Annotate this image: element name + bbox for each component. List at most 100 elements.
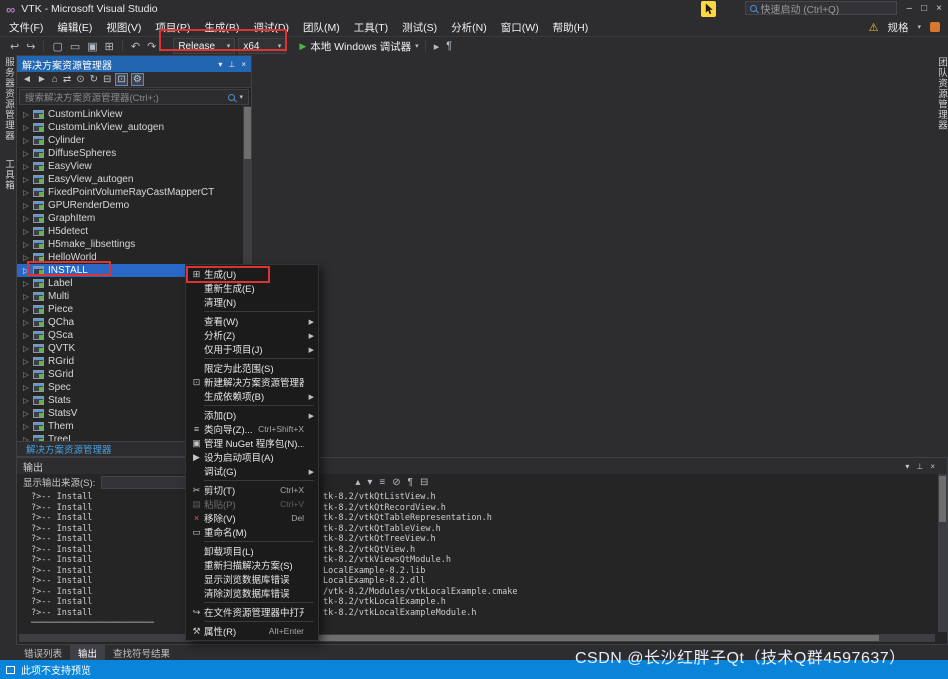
expand-arrow-icon[interactable]: ▷ [23,214,33,223]
tree-item-CustomLinkView_autogen[interactable]: ▷CustomLinkView_autogen [17,121,251,134]
rail-tab-工具箱[interactable]: 工具箱 [1,159,15,191]
expand-arrow-icon[interactable]: ▷ [23,188,33,197]
expand-arrow-icon[interactable]: ▷ [23,292,33,301]
collapse-icon[interactable]: ⊟ [420,477,428,488]
expand-arrow-icon[interactable]: ▷ [23,318,33,327]
rail-tab-服务器资源管理器[interactable]: 服务器资源管理器 [1,57,15,141]
clear-all-icon[interactable]: ⊘ [392,477,400,488]
menu-item-测试(S)[interactable]: 测试(S) [395,19,444,36]
tree-item-GPURenderDemo[interactable]: ▷GPURenderDemo [17,199,251,212]
platform-combo[interactable]: x64 ▾ [238,38,286,54]
menu-item-帮助(H)[interactable]: 帮助(H) [546,19,596,36]
menu-item-窗口(W)[interactable]: 窗口(W) [494,19,546,36]
context-menu-item-重新扫描解决方案(S)[interactable]: 重新扫描解决方案(S) [186,558,318,572]
expand-arrow-icon[interactable]: ▷ [23,409,33,418]
context-menu-item-分析(Z)[interactable]: 分析(Z)▶ [186,328,318,342]
expand-arrow-icon[interactable]: ▷ [23,383,33,392]
minimize-button[interactable]: – [907,3,913,14]
window-position-icon[interactable]: ▾ [218,60,222,69]
notification-warning-icon[interactable]: ⚠ [869,21,879,34]
bottom-tab-输出[interactable]: 输出 [70,645,105,661]
output-header[interactable]: 输出 ▾ ⊥ × [17,458,947,474]
configuration-combo[interactable]: Release ▾ [173,38,235,54]
save-all-icon[interactable]: ⊞ [103,40,116,53]
toggle-word-wrap-icon[interactable]: ¶ [408,477,413,488]
context-menu-item-卸载项目(L)[interactable]: 卸载项目(L) [186,544,318,558]
context-menu-item-生成依赖项(B)[interactable]: 生成依赖项(B)▶ [186,389,318,403]
menu-item-生成(B)[interactable]: 生成(B) [197,19,246,36]
messages-list-icon[interactable]: ≡ [379,477,385,488]
show-all-files-icon[interactable]: ⊡ [115,73,127,86]
context-menu-item-在文件资源管理器中打开文件夹(X)[interactable]: ↪在文件资源管理器中打开文件夹(X) [186,605,318,619]
nav-forward-icon[interactable]: ↪ [24,40,37,53]
expand-arrow-icon[interactable]: ▷ [23,396,33,405]
scrollbar-thumb[interactable] [939,476,946,522]
forward-icon[interactable]: ► [36,74,48,85]
menu-item-分析(N)[interactable]: 分析(N) [444,19,494,36]
collapse-all-icon[interactable]: ⊟ [102,74,112,85]
context-menu-item-重新生成(E)[interactable]: 重新生成(E) [186,281,318,295]
expand-arrow-icon[interactable]: ▷ [23,279,33,288]
expand-arrow-icon[interactable]: ▷ [23,344,33,353]
expand-arrow-icon[interactable]: ▷ [23,149,33,158]
expand-arrow-icon[interactable]: ▷ [23,227,33,236]
properties-icon[interactable]: ⚙ [131,73,144,86]
scrollbar-thumb[interactable] [319,635,879,641]
output-horizontal-scrollbar[interactable] [19,634,935,642]
undo-icon[interactable]: ↶ [129,40,142,53]
switch-views-icon[interactable]: ⇄ [62,74,72,85]
user-dropdown-icon[interactable]: ▾ [917,23,921,31]
prev-message-icon[interactable]: ▴ [355,477,360,488]
run-without-debug-icon[interactable]: ▸ [432,40,442,53]
output-vertical-scrollbar[interactable] [938,474,947,632]
expand-arrow-icon[interactable]: ▷ [23,136,33,145]
tree-item-FixedPointVolumeRayCastMapperCT[interactable]: ▷FixedPointVolumeRayCastMapperCT [17,186,251,199]
redo-icon[interactable]: ↷ [145,40,158,53]
expand-arrow-icon[interactable]: ▷ [23,422,33,431]
bottom-tab-错误列表[interactable]: 错误列表 [16,645,70,661]
rail-tab-团队资源管理器[interactable]: 团队资源管理器 [934,57,948,131]
context-menu-item-清除浏览数据库错误[interactable]: 清除浏览数据库错误 [186,586,318,600]
expand-arrow-icon[interactable]: ▷ [23,110,33,119]
context-menu-item-管理 NuGet 程序包(N)...[interactable]: ▣管理 NuGet 程序包(N)... [186,436,318,450]
scrollbar-thumb[interactable] [244,107,251,159]
menu-item-项目(P)[interactable]: 项目(P) [148,19,197,36]
tree-item-EasyView_autogen[interactable]: ▷EasyView_autogen [17,173,251,186]
window-position-icon[interactable]: ▾ [905,462,909,471]
save-icon[interactable]: ▣ [85,40,99,53]
context-menu-item-属性(R)[interactable]: ⚒属性(R)Alt+Enter [186,624,318,638]
tree-item-HelloWorld[interactable]: ▷HelloWorld [17,251,251,264]
menu-item-视图(V)[interactable]: 视图(V) [99,19,148,36]
open-file-icon[interactable]: ▭ [68,40,82,53]
menu-item-团队(M)[interactable]: 团队(M) [296,19,347,36]
start-debug-button[interactable]: ▶ 本地 Windows 调试器 ▾ [299,39,418,54]
back-icon[interactable]: ◄ [21,74,33,85]
context-menu-item-类向导(Z)...[interactable]: ≡类向导(Z)...Ctrl+Shift+X [186,422,318,436]
menu-item-调试(D)[interactable]: 调试(D) [246,19,296,36]
next-message-icon[interactable]: ▾ [367,477,372,488]
expand-arrow-icon[interactable]: ▷ [23,370,33,379]
context-menu-item-剪切(T)[interactable]: ✂剪切(T)Ctrl+X [186,483,318,497]
menu-item-编辑(E)[interactable]: 编辑(E) [50,19,99,36]
tree-item-CustomLinkView[interactable]: ▷CustomLinkView [17,108,251,121]
tree-item-DiffuseSpheres[interactable]: ▷DiffuseSpheres [17,147,251,160]
context-menu-item-调试(G)[interactable]: 调试(G)▶ [186,464,318,478]
expand-arrow-icon[interactable]: ▷ [23,123,33,132]
pin-icon[interactable]: ⊥ [916,462,923,471]
context-menu-item-添加(D)[interactable]: 添加(D)▶ [186,408,318,422]
close-button[interactable]: × [936,3,942,14]
expand-arrow-icon[interactable]: ▷ [23,331,33,340]
tab-solution-explorer[interactable]: 解决方案资源管理器 [21,442,117,456]
home-icon[interactable]: ⌂ [51,74,59,85]
expand-arrow-icon[interactable]: ▷ [23,305,33,314]
context-menu-item-新建解决方案资源管理器视图(N)[interactable]: ⊡新建解决方案资源管理器视图(N) [186,375,318,389]
close-icon[interactable]: × [930,462,935,471]
toolbar-options-icon[interactable]: ¶ [444,40,454,52]
context-menu-item-设为启动项目(A)[interactable]: ▶设为启动项目(A) [186,450,318,464]
expand-arrow-icon[interactable]: ▷ [23,175,33,184]
context-menu-item-清理(N)[interactable]: 清理(N) [186,295,318,309]
context-menu-item-重命名(M)[interactable]: ▭重命名(M) [186,525,318,539]
context-menu-item-仅用于项目(J)[interactable]: 仅用于项目(J)▶ [186,342,318,356]
context-menu-item-生成(U)[interactable]: ⊞生成(U) [186,267,318,281]
signed-in-user[interactable]: 规格 [887,20,908,35]
